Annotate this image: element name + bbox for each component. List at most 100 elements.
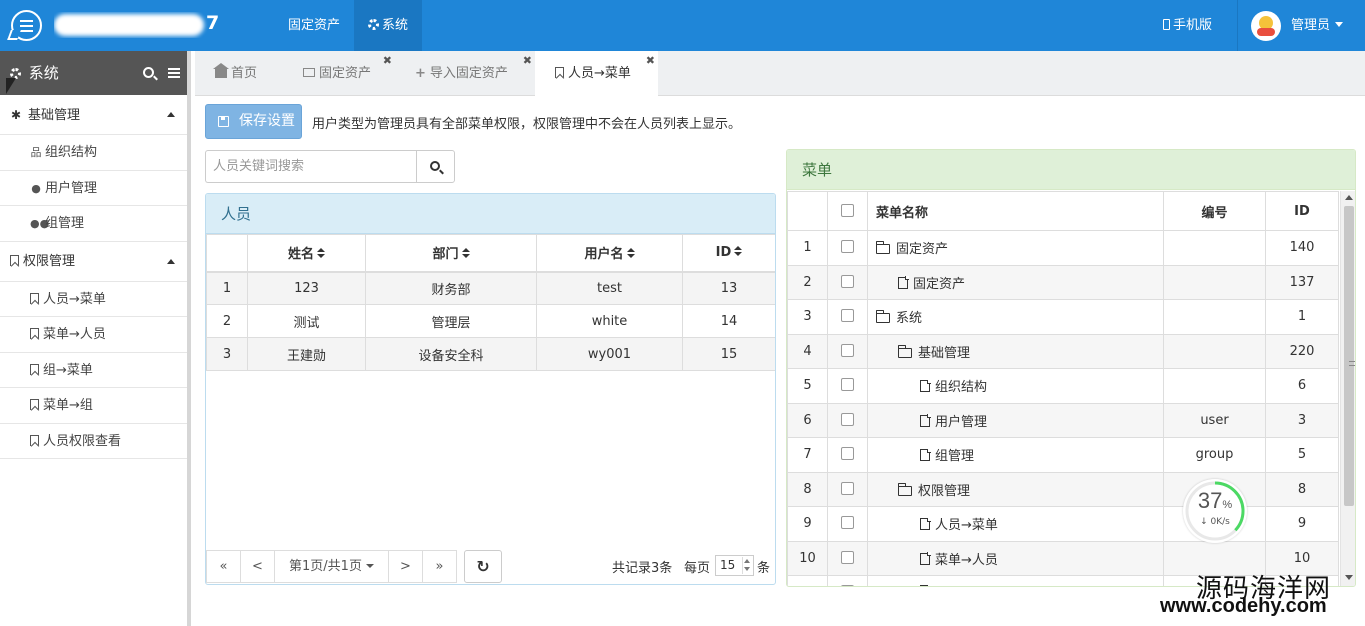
last-page-button[interactable]: » xyxy=(422,550,457,583)
tab-assets[interactable]: 固定资产 ✖ xyxy=(283,51,395,96)
cell-id: 137 xyxy=(1265,264,1339,300)
sidebar-item-group-menu[interactable]: 组→菜单 xyxy=(0,352,187,388)
row-select[interactable] xyxy=(827,506,868,542)
row-checkbox[interactable] xyxy=(841,412,854,426)
menu-name-label: 菜单→人员 xyxy=(935,552,998,568)
close-icon[interactable]: ✖ xyxy=(383,38,392,83)
row-checkbox[interactable] xyxy=(841,378,854,392)
search-icon[interactable] xyxy=(143,67,154,78)
sidebar-item-permission-view[interactable]: 人员权限查看 xyxy=(0,423,187,459)
cell-code xyxy=(1163,230,1266,266)
row-checkbox[interactable] xyxy=(841,481,854,495)
menu-scrollbar[interactable] xyxy=(1340,191,1355,586)
sidebar-item-user-menu[interactable]: 人员→菜单 xyxy=(0,281,187,317)
table-row[interactable]: 9 人员→菜单 9 xyxy=(787,506,1339,542)
cell-id: 220 xyxy=(1265,333,1339,369)
row-select[interactable] xyxy=(827,368,868,404)
menu-name-label: 权限管理 xyxy=(918,483,971,499)
sidebar-group-basic[interactable]: ✱ 基础管理 xyxy=(0,95,187,135)
sidebar-item-groups[interactable]: ●●组管理 xyxy=(0,206,187,242)
asterisk-icon: ✱ xyxy=(10,108,22,122)
row-select[interactable] xyxy=(827,540,868,576)
tab-home[interactable]: 首页 xyxy=(195,51,283,96)
tab-import-assets[interactable]: + 导入固定资产 ✖ xyxy=(395,51,535,96)
row-checkbox[interactable] xyxy=(841,447,854,461)
col-username[interactable]: 用户名 xyxy=(536,234,683,273)
bookmark-icon xyxy=(30,328,39,339)
row-checkbox[interactable] xyxy=(841,343,854,357)
row-checkbox[interactable] xyxy=(841,240,854,254)
topnav-assets[interactable]: 固定资产 xyxy=(274,0,354,51)
menu-name-label: 组织结构 xyxy=(935,380,988,396)
next-page-button[interactable]: > xyxy=(388,550,423,583)
cell-name: 123 xyxy=(247,271,366,305)
row-checkbox[interactable] xyxy=(841,585,854,586)
menu-table-scroll[interactable]: 菜单名称 编号 ID 1 固定资产 140 2 固定资产 137 3 系统 1 4 基础管理 220 5… xyxy=(787,191,1340,586)
row-checkbox[interactable] xyxy=(841,274,854,288)
folder-icon xyxy=(875,310,890,324)
chat-logo-icon[interactable] xyxy=(11,10,42,41)
first-page-button[interactable]: « xyxy=(206,550,241,583)
sidebar-title: 系统 xyxy=(10,51,59,95)
sidebar-item-menu-group[interactable]: 菜单→组 xyxy=(0,388,187,424)
sidebar-item-menu-user[interactable]: 菜单→人员 xyxy=(0,317,187,353)
app-brand[interactable]: 7 xyxy=(54,12,224,38)
row-index: 8 xyxy=(787,471,828,507)
row-select[interactable] xyxy=(827,230,868,266)
caret-up-icon xyxy=(167,258,175,264)
table-row[interactable]: 2 测试 管理层 white 14 xyxy=(206,304,775,338)
page-select[interactable]: 第1页/共1页 xyxy=(274,550,389,583)
table-row[interactable]: 3 王建勋 设备安全科 wy001 15 xyxy=(206,337,775,371)
sidebar-item-org[interactable]: 品组织结构 xyxy=(0,135,187,171)
menu-icon[interactable] xyxy=(168,68,180,78)
row-select[interactable] xyxy=(827,575,868,586)
avatar[interactable] xyxy=(1251,11,1281,41)
close-icon[interactable]: ✖ xyxy=(646,38,655,83)
user-menu[interactable]: 管理员 xyxy=(1291,0,1344,51)
search-button[interactable] xyxy=(416,150,455,183)
table-row[interactable]: 3 系统 1 xyxy=(787,299,1339,335)
cell-menu-name: 组织结构 xyxy=(867,368,1164,404)
row-select[interactable] xyxy=(827,437,868,473)
row-select[interactable] xyxy=(827,402,868,438)
col-dept[interactable]: 部门 xyxy=(365,234,537,273)
col-name[interactable]: 姓名 xyxy=(247,234,366,273)
row-select[interactable] xyxy=(827,333,868,369)
row-checkbox[interactable] xyxy=(841,516,854,530)
table-row[interactable]: 2 固定资产 137 xyxy=(787,264,1339,300)
scroll-up-icon[interactable] xyxy=(1345,195,1353,200)
table-row[interactable]: 5 组织结构 6 xyxy=(787,368,1339,404)
tab-user-menu[interactable]: 人员→菜单 ✖ xyxy=(535,51,658,97)
table-row[interactable]: 8 权限管理 8 xyxy=(787,471,1339,507)
row-select[interactable] xyxy=(827,264,868,300)
menu-name-label: 人员→菜单 xyxy=(935,518,998,534)
row-select[interactable] xyxy=(827,471,868,507)
row-index: 7 xyxy=(787,437,828,473)
prev-page-button[interactable]: < xyxy=(240,550,275,583)
refresh-button[interactable]: ↻ xyxy=(464,550,502,583)
scroll-down-icon[interactable] xyxy=(1345,575,1353,580)
row-checkbox[interactable] xyxy=(841,309,854,323)
close-icon[interactable]: ✖ xyxy=(523,38,532,83)
save-settings-button[interactable]: 保存设置 xyxy=(205,104,302,139)
col-select-all[interactable] xyxy=(827,191,868,231)
table-row[interactable]: 4 基础管理 220 xyxy=(787,333,1339,369)
select-all-checkbox[interactable] xyxy=(841,203,854,217)
table-row[interactable]: 7 组管理 group 5 xyxy=(787,437,1339,473)
row-select[interactable] xyxy=(827,299,868,335)
network-speed-widget[interactable]: 37% ↓ 0K/s xyxy=(1183,479,1247,543)
folder-icon xyxy=(875,241,890,255)
scroll-thumb[interactable] xyxy=(1344,206,1355,506)
table-row[interactable]: 6 用户管理 user 3 xyxy=(787,402,1339,438)
row-checkbox[interactable] xyxy=(841,550,854,564)
user-search-input[interactable]: 人员关键词搜索 xyxy=(205,150,417,183)
per-page-stepper[interactable]: 15 xyxy=(715,555,754,576)
menu-panel: 菜单 菜单名称 编号 ID 1 固定资产 140 2 固定资产 137 3 系统 1 4 基础管理 2… xyxy=(786,149,1356,587)
table-row[interactable]: 1 固定资产 140 xyxy=(787,230,1339,266)
col-id[interactable]: ID xyxy=(682,234,775,273)
spinner-icon[interactable] xyxy=(742,557,752,574)
table-row[interactable]: 1 123 财务部 test 13 xyxy=(206,271,775,305)
mobile-version-link[interactable]: 手机版 xyxy=(1163,0,1212,51)
sidebar-group-permissions[interactable]: 权限管理 xyxy=(0,241,187,282)
sidebar-item-users[interactable]: ● 用户管理 xyxy=(0,170,187,206)
